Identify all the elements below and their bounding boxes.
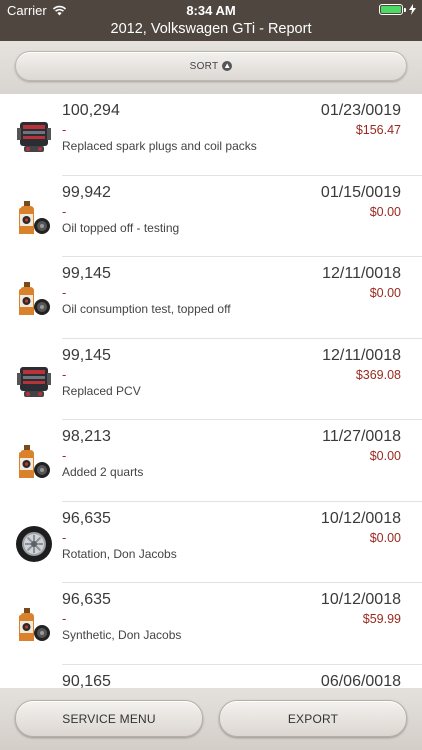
entry-note: Rotation, Don Jacobs <box>62 546 177 561</box>
list-item[interactable]: 96,635 - Rotation, Don Jacobs 10/12/0018… <box>0 502 422 583</box>
entry-note: Replaced PCV <box>62 383 141 398</box>
top-bar: Carrier 8:34 AM 2012, Volkswagen GTi - R… <box>0 0 422 41</box>
odometer: 90,165 <box>62 672 111 689</box>
entry-note: Synthetic, Don Jacobs <box>62 628 182 642</box>
list-item[interactable]: 100,294 - Replaced spark plugs and coil … <box>0 94 422 176</box>
odometer: 99,145 <box>62 265 111 282</box>
engine-icon <box>17 366 51 397</box>
oil-bottle-icon <box>19 282 50 315</box>
entry-cost: $0.00 <box>369 530 401 545</box>
entry-date: 01/23/0019 <box>320 102 401 119</box>
entry-date: 10/12/0018 <box>320 591 401 608</box>
entry-dash: - <box>62 122 67 137</box>
entry-cost: $0.00 <box>369 286 401 300</box>
entry-cost: $0.00 <box>369 204 401 219</box>
entry-dash: - <box>62 448 67 463</box>
arrow-up-icon: ▲ <box>222 61 233 71</box>
entry-date: 12/11/0018 <box>322 265 401 282</box>
list-item[interactable]: 99,942 - Oil topped off - testing 01/15/… <box>0 176 422 257</box>
entry-cost: $156.47 <box>355 123 401 137</box>
list-item[interactable]: 99,145 - Replaced PCV 12/11/0018 $369.08 <box>0 339 422 420</box>
sort-button[interactable]: SORT ▲ <box>15 51 407 81</box>
battery-icon <box>379 4 416 15</box>
entry-cost: $0.00 <box>369 449 401 463</box>
export-button[interactable]: EXPORT <box>219 700 407 737</box>
service-menu-button[interactable]: SERVICE MENU <box>15 700 203 737</box>
sort-label: SORT <box>189 60 219 72</box>
odometer: 100,294 <box>62 102 120 119</box>
entry-cost: $59.99 <box>362 612 401 626</box>
entry-dash: - <box>62 529 67 545</box>
list-item[interactable]: 98,213 - Added 2 quarts 11/27/0018 $0.00 <box>0 420 422 502</box>
status-time: 8:34 AM <box>186 3 236 18</box>
odometer: 99,145 <box>62 346 111 364</box>
oil-bottle-icon <box>19 200 50 234</box>
tire-icon <box>16 525 52 562</box>
entry-note: Replaced spark plugs and coil packs <box>62 139 257 153</box>
odometer: 98,213 <box>62 428 111 445</box>
odometer: 96,635 <box>62 509 111 527</box>
list-item[interactable]: 96,635 - Synthetic, Don Jacobs 10/12/001… <box>0 583 422 665</box>
page-title: 2012, Volkswagen GTi - Report <box>110 21 312 37</box>
oil-bottle-icon <box>19 608 50 641</box>
odometer: 99,942 <box>62 183 111 201</box>
odometer: 96,635 <box>62 591 111 608</box>
charging-bolt-icon <box>409 4 416 15</box>
entry-cost: $369.08 <box>355 367 401 382</box>
entry-dash: - <box>62 285 67 300</box>
entry-date: 12/11/0018 <box>322 346 401 364</box>
bottom-toolbar: SERVICE MENU EXPORT <box>0 688 422 750</box>
entry-date: 06/06/0018 <box>320 672 401 689</box>
engine-icon <box>17 122 51 152</box>
entry-note: Added 2 quarts <box>62 465 144 479</box>
entry-date: 01/15/0019 <box>320 183 401 201</box>
status-bar: Carrier 8:34 AM <box>0 0 422 20</box>
entry-date: 11/27/0018 <box>322 428 401 445</box>
entry-dash: - <box>62 203 67 219</box>
oil-bottle-icon <box>19 445 50 478</box>
entry-note: Oil consumption test, topped off <box>62 302 231 316</box>
entry-note: Oil topped off - testing <box>62 220 180 235</box>
entry-dash: - <box>62 366 67 382</box>
entry-date: 10/12/0018 <box>320 509 401 527</box>
list-item[interactable]: 90,165 06/06/0018 <box>0 665 422 689</box>
list-item[interactable]: 99,145 - Oil consumption test, topped of… <box>0 257 422 339</box>
sort-bar: SORT ▲ <box>0 41 422 94</box>
entry-dash: - <box>62 611 67 626</box>
report-list: 100,294 - Replaced spark plugs and coil … <box>0 94 422 688</box>
